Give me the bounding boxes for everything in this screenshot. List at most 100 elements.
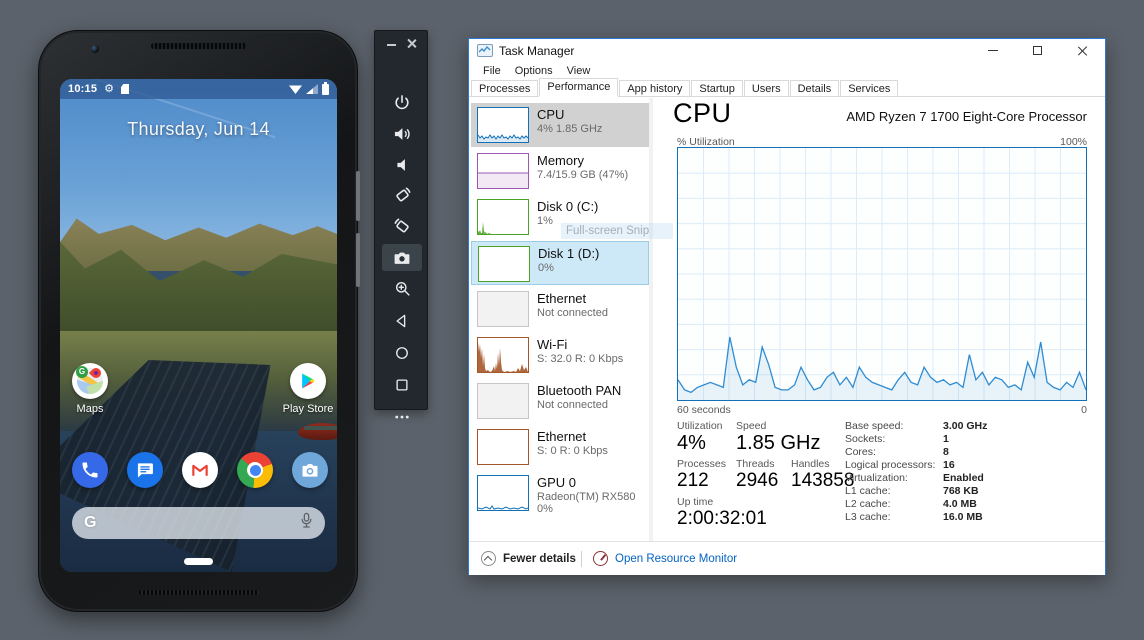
signal-icon — [306, 84, 318, 94]
stat-label: Handles — [791, 458, 830, 470]
stat-label: Speed — [736, 420, 766, 432]
rotate-left-icon — [392, 185, 413, 206]
more-button[interactable] — [382, 403, 422, 430]
sidebar-item-wifi[interactable]: Wi-Fi S: 32.0 R: 0 Kbps — [471, 333, 649, 377]
menu-file[interactable]: File — [476, 65, 508, 77]
dock-camera-app[interactable] — [292, 452, 328, 488]
screenshot-camera-icon — [392, 248, 412, 268]
tab-processes[interactable]: Processes — [471, 80, 538, 96]
phone-screen: 10:15 ⚙ Thursday, Jun 14 G Maps — [60, 79, 337, 572]
tab-services[interactable]: Services — [840, 80, 898, 96]
overview-square-icon — [393, 376, 411, 394]
toolbar-close-icon[interactable] — [406, 38, 417, 49]
gear-icon: ⚙ — [104, 84, 114, 95]
google-search-bar[interactable]: G — [72, 507, 325, 539]
sidebar-item-bluetooth-pan[interactable]: Bluetooth PAN Not connected — [471, 379, 649, 423]
stat-processes: 212 — [677, 470, 709, 492]
sidebar-scrollbar[interactable] — [649, 98, 653, 541]
sidebar-item-disk1[interactable]: Disk 1 (D:) 0% — [471, 241, 649, 285]
sidebar-item-gpu0[interactable]: GPU 0 Radeon(TM) RX580 0% — [471, 471, 649, 525]
sidebar-item-ethernet2[interactable]: Ethernet S: 0 R: 0 Kbps — [471, 425, 649, 469]
volume-down-icon — [392, 155, 412, 175]
gpu-mini-chart — [477, 475, 529, 511]
power-button[interactable] — [382, 89, 422, 116]
zoom-button[interactable] — [382, 275, 422, 302]
tab-app-history[interactable]: App history — [619, 80, 690, 96]
toolbar-minimize-icon[interactable] — [387, 44, 396, 46]
stat-utilization: 4% — [677, 432, 706, 455]
app-label: Maps — [62, 403, 118, 415]
close-icon — [1077, 45, 1088, 56]
fewer-details-toggle[interactable]: Fewer details — [503, 553, 576, 565]
messages-icon — [135, 460, 155, 480]
wallpaper-boat — [298, 423, 337, 440]
task-manager-icon — [477, 44, 493, 57]
sidebar-item-memory[interactable]: Memory 7.4/15.9 GB (47%) — [471, 149, 649, 193]
volume-up-button[interactable] — [382, 120, 422, 147]
footer-divider — [581, 551, 582, 567]
tab-users[interactable]: Users — [744, 80, 789, 96]
sidebar-item-cpu[interactable]: CPU 4% 1.85 GHz — [471, 103, 649, 147]
emulator-toolbar — [374, 30, 428, 410]
dock-chrome-app[interactable] — [237, 452, 273, 488]
dock-gmail-app[interactable] — [182, 452, 218, 488]
microphone-icon[interactable] — [300, 512, 313, 534]
home-date: Thursday, Jun 14 — [60, 119, 337, 140]
maximize-button[interactable] — [1015, 39, 1060, 62]
sidebar-item-disk0[interactable]: Disk 0 (C:) 1% — [471, 195, 649, 239]
menu-view[interactable]: View — [560, 65, 598, 77]
spec-value: 16.0 MB — [943, 511, 983, 523]
tab-performance[interactable]: Performance — [539, 78, 618, 96]
cpu-detail-panel: CPU AMD Ryzen 7 1700 Eight-Core Processo… — [661, 98, 1107, 541]
phone-volume-button[interactable] — [356, 171, 360, 221]
cpu-utilization-graph[interactable] — [677, 147, 1087, 401]
spec-label: Virtualization: — [845, 472, 908, 484]
stat-label: Processes — [677, 458, 726, 470]
volume-up-icon — [392, 124, 412, 144]
phone-power-button[interactable] — [356, 233, 360, 287]
overview-button[interactable] — [382, 371, 422, 398]
task-manager-window: Task Manager File Options View Processes… — [468, 38, 1106, 575]
sidebar-item-ethernet1[interactable]: Ethernet Not connected — [471, 287, 649, 331]
battery-icon — [322, 84, 329, 95]
volume-down-button[interactable] — [382, 151, 422, 178]
screenshot-button[interactable] — [382, 244, 422, 271]
rotate-right-button[interactable] — [382, 213, 422, 240]
tab-details[interactable]: Details — [790, 80, 840, 96]
menu-options[interactable]: Options — [508, 65, 560, 77]
spec-label: Cores: — [845, 446, 876, 458]
dock-phone-app[interactable] — [72, 452, 108, 488]
close-button[interactable] — [1060, 39, 1105, 62]
phone-bottom-speaker — [139, 590, 259, 595]
stat-label: Up time — [677, 496, 713, 508]
open-resource-monitor-link[interactable]: Open Resource Monitor — [615, 553, 737, 565]
app-shortcut-play-store[interactable]: Play Store — [280, 363, 336, 415]
back-button[interactable] — [382, 307, 422, 334]
zoom-in-icon — [393, 279, 412, 298]
title-bar[interactable]: Task Manager — [469, 39, 1105, 62]
minimize-button[interactable] — [970, 39, 1015, 62]
phone-icon — [80, 460, 100, 480]
minimize-icon — [988, 50, 998, 52]
ethernet2-mini-chart — [477, 429, 529, 465]
phone-front-camera — [91, 45, 99, 53]
rotate-left-button[interactable] — [382, 182, 422, 209]
disk0-mini-chart — [477, 199, 529, 235]
app-label: Play Store — [280, 403, 336, 415]
phone-earpiece-speaker — [151, 43, 247, 49]
ethernet1-mini-chart — [477, 291, 529, 327]
spec-label: L3 cache: — [845, 511, 891, 523]
window-title: Task Manager — [499, 44, 574, 58]
play-store-icon — [290, 363, 326, 399]
home-pill-indicator[interactable] — [184, 558, 213, 565]
spec-label: Logical processors: — [845, 459, 935, 471]
app-shortcut-maps[interactable]: G Maps — [62, 363, 118, 415]
graph-x-left: 60 seconds — [677, 404, 731, 416]
tab-startup[interactable]: Startup — [691, 80, 742, 96]
menu-bar: File Options View — [469, 62, 1105, 79]
home-button[interactable] — [382, 339, 422, 366]
dock-messages-app[interactable] — [127, 452, 163, 488]
home-circle-icon — [393, 344, 411, 362]
status-bar[interactable]: 10:15 ⚙ — [60, 79, 337, 99]
disk1-mini-chart — [478, 246, 530, 282]
